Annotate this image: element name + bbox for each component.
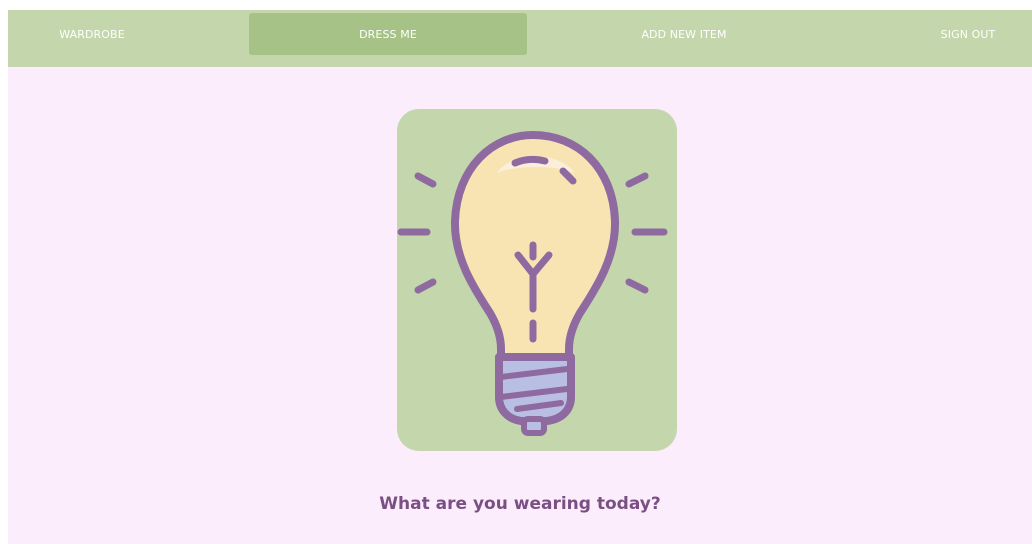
navbar: WARDROBE DRESS ME ADD NEW ITEM SIGN OUT	[8, 10, 1032, 67]
reflection-dash	[511, 155, 549, 167]
light-ray	[414, 172, 437, 188]
page: WARDROBE DRESS ME ADD NEW ITEM SIGN OUT	[8, 10, 1032, 544]
lightbulb-icon	[397, 131, 668, 436]
bulb-tip	[521, 416, 547, 436]
light-ray	[625, 172, 649, 188]
hero-card	[397, 109, 677, 451]
light-ray	[625, 278, 649, 294]
nav-wardrobe[interactable]: WARDROBE	[14, 13, 170, 55]
nav-sign-out[interactable]: SIGN OUT	[908, 13, 1028, 55]
nav-dress-me[interactable]: DRESS ME	[249, 13, 527, 55]
page-question: What are you wearing today?	[379, 494, 661, 514]
light-ray	[414, 278, 437, 294]
nav-add-new-item[interactable]: ADD NEW ITEM	[568, 13, 800, 55]
